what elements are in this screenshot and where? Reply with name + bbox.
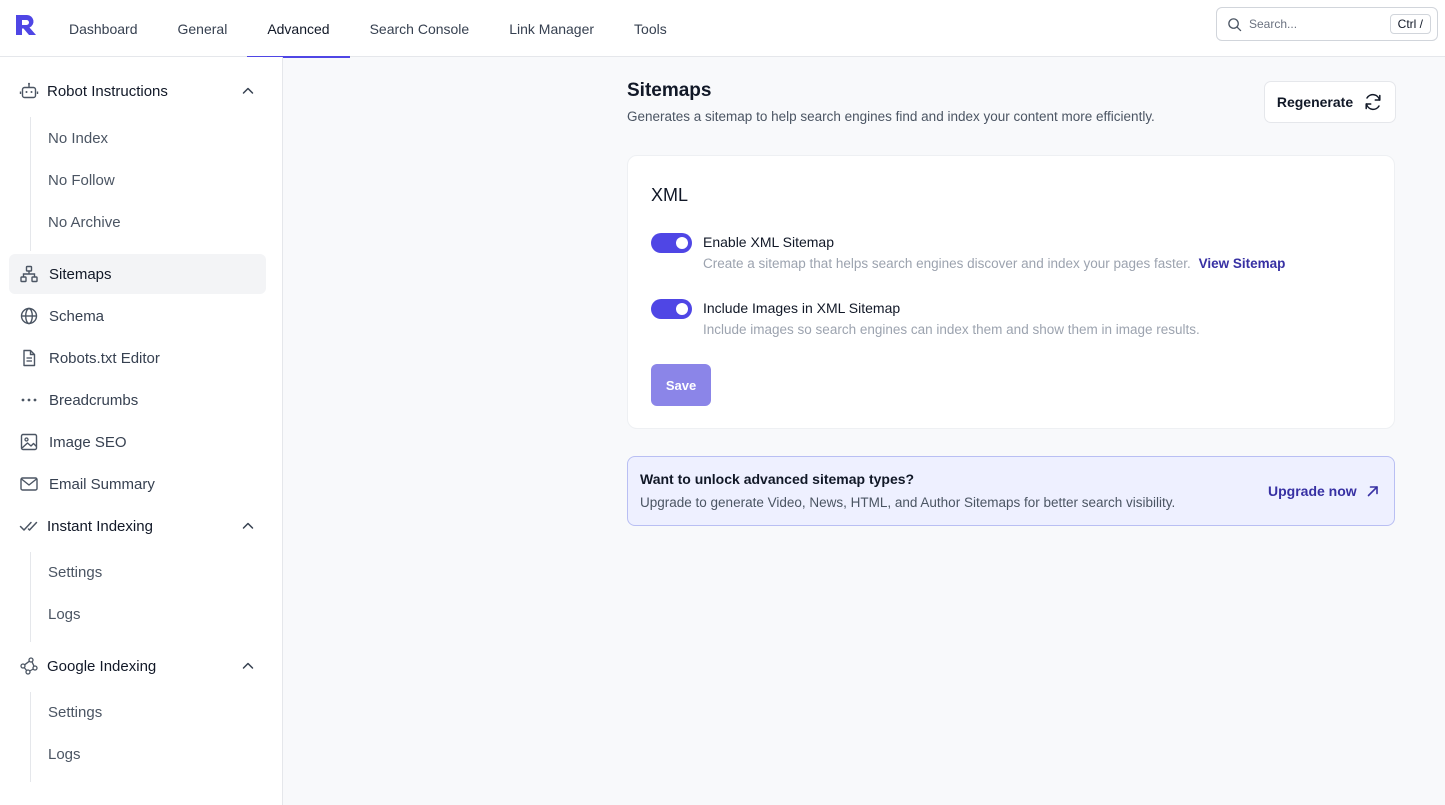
sidebar-tree-line: [30, 692, 31, 782]
logo-icon[interactable]: [14, 13, 38, 37]
sidebar-item-breadcrumbs[interactable]: Breadcrumbs: [9, 380, 266, 420]
sidebar-item-sitemaps[interactable]: Sitemaps: [9, 254, 266, 294]
option-help: Create a sitemap that helps search engin…: [703, 256, 1285, 271]
double-check-icon: [19, 521, 38, 531]
regenerate-button[interactable]: Regenerate: [1264, 81, 1396, 123]
sidebar-tree-line: [30, 117, 31, 251]
tab-search-console[interactable]: Search Console: [350, 0, 490, 57]
chevron-up-icon[interactable]: [240, 83, 256, 99]
sidebar-item-google-settings[interactable]: Settings: [48, 702, 102, 724]
search-icon: [1228, 17, 1242, 31]
globe-icon: [20, 307, 38, 325]
view-sitemap-link[interactable]: View Sitemap: [1199, 256, 1286, 271]
file-text-icon: [23, 349, 36, 367]
xml-settings-card: XML Enable XML Sitemap Create a sitemap …: [627, 155, 1395, 429]
sidebar-item-robots-txt-editor[interactable]: Robots.txt Editor: [9, 338, 266, 378]
regenerate-label: Regenerate: [1276, 94, 1354, 110]
sidebar-group-label: Robot Instructions: [47, 82, 168, 100]
nodes-icon: [20, 657, 38, 675]
sidebar-item-instant-logs[interactable]: Logs: [48, 604, 81, 626]
top-bar: Dashboard General Advanced Search Consol…: [0, 0, 1445, 58]
save-button[interactable]: Save: [651, 364, 711, 406]
search-input[interactable]: [1249, 17, 1390, 31]
chevron-up-icon[interactable]: [240, 518, 256, 534]
sidebar-item-label: Robots.txt Editor: [49, 349, 160, 367]
option-help: Include images so search engines can ind…: [703, 322, 1200, 337]
mail-icon: [20, 477, 38, 491]
sidebar-item-no-archive[interactable]: No Archive: [48, 212, 121, 234]
card-title: XML: [651, 185, 689, 205]
tab-link-manager[interactable]: Link Manager: [489, 0, 614, 57]
sidebar-item-label: Sitemaps: [49, 265, 112, 283]
tab-tools[interactable]: Tools: [614, 0, 687, 57]
sidebar-group-label: Google Indexing: [47, 657, 157, 675]
tab-dashboard[interactable]: Dashboard: [49, 0, 158, 57]
sidebar-group-label: Instant Indexing: [47, 517, 153, 535]
option-help-text: Create a sitemap that helps search engin…: [703, 256, 1191, 271]
sidebar-item-label: Email Summary: [49, 475, 155, 493]
sidebar-item-label: Breadcrumbs: [49, 391, 139, 409]
page-title: Sitemaps: [627, 80, 712, 101]
upsell-title: Want to unlock advanced sitemap types?: [640, 471, 915, 487]
sidebar-item-label: Image SEO: [49, 433, 127, 451]
sidebar-item-schema[interactable]: Schema: [9, 296, 266, 336]
page-description: Generates a sitemap to help search engin…: [627, 109, 1155, 124]
sidebar-group-robot-instructions[interactable]: Robot Instructions: [9, 71, 266, 111]
upsell-description: Upgrade to generate Video, News, HTML, a…: [640, 495, 1176, 510]
sidebar-group-google-indexing[interactable]: Google Indexing: [9, 646, 266, 686]
option-label: Include Images in XML Sitemap: [703, 300, 901, 316]
refresh-icon: [1365, 93, 1381, 111]
main-nav: Dashboard General Advanced Search Consol…: [49, 0, 687, 58]
sidebar-item-no-index[interactable]: No Index: [48, 128, 108, 150]
sidebar-group-instant-indexing[interactable]: Instant Indexing: [9, 506, 266, 546]
robot-icon: [19, 82, 39, 99]
upsell-banner: Want to unlock advanced sitemap types? U…: [627, 456, 1395, 526]
include-images-toggle[interactable]: [651, 299, 692, 319]
search-box[interactable]: Ctrl /: [1216, 7, 1438, 41]
sidebar: Robot Instructions No Index No Follow No…: [0, 57, 283, 805]
sidebar-item-google-logs[interactable]: Logs: [48, 744, 81, 766]
tab-general[interactable]: General: [158, 0, 248, 57]
sidebar-tree-line: [30, 552, 31, 642]
arrow-up-right-icon: [1367, 486, 1378, 497]
image-icon: [20, 433, 38, 451]
upgrade-now-link[interactable]: Upgrade now: [1268, 483, 1380, 499]
tab-advanced[interactable]: Advanced: [247, 0, 350, 58]
upgrade-now-label: Upgrade now: [1268, 483, 1357, 499]
sidebar-item-no-follow[interactable]: No Follow: [48, 170, 115, 192]
sidebar-item-image-seo[interactable]: Image SEO: [9, 422, 266, 462]
sidebar-item-label: Schema: [49, 307, 105, 325]
search-shortcut: Ctrl /: [1389, 14, 1431, 34]
sidebar-item-instant-settings[interactable]: Settings: [48, 562, 102, 584]
sitemap-icon: [20, 265, 38, 283]
dots-horizontal-icon: [21, 398, 37, 402]
option-label: Enable XML Sitemap: [703, 234, 834, 250]
enable-xml-sitemap-toggle[interactable]: [651, 233, 692, 253]
chevron-up-icon[interactable]: [240, 658, 256, 674]
sidebar-item-email-summary[interactable]: Email Summary: [9, 464, 266, 504]
